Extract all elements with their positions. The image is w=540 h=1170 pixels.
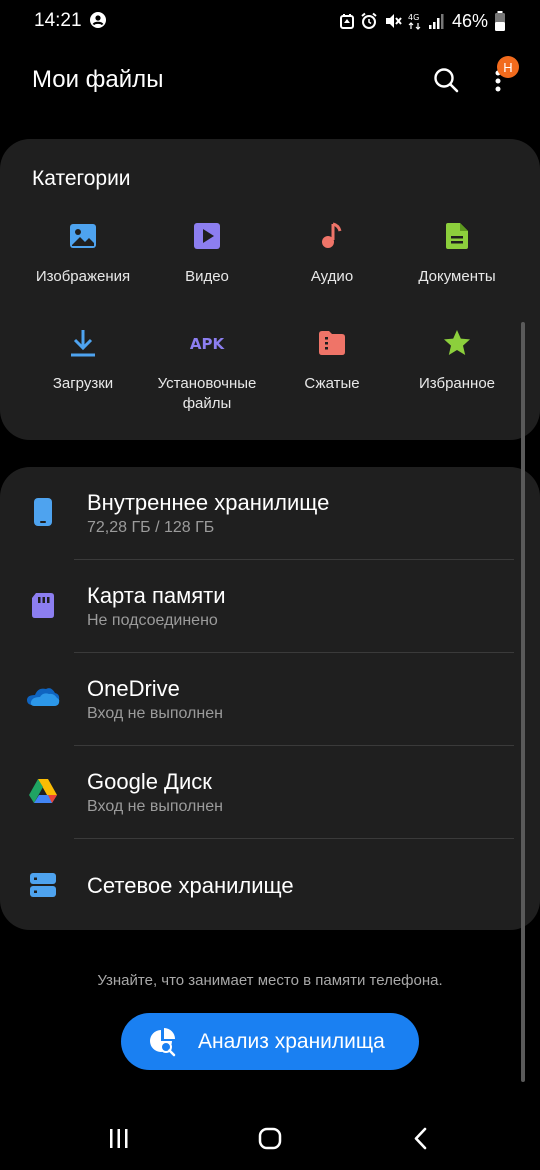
- category-documents[interactable]: Документы: [390, 221, 524, 287]
- category-label: Избранное: [418, 375, 496, 392]
- storage-name: Сетевое хранилище: [87, 873, 294, 898]
- 4g-icon: 4G: [408, 13, 421, 30]
- storage-name: Карта памяти: [87, 583, 226, 608]
- analyze-storage-button[interactable]: Анализ хранилища: [121, 1013, 419, 1070]
- storage-status: Не подсоединено: [87, 612, 218, 629]
- app-notification-icon: [339, 14, 354, 29]
- storage-name: OneDrive: [87, 676, 180, 701]
- status-time: 14:21: [34, 10, 82, 31]
- alarm-icon: [361, 12, 377, 29]
- home-icon[interactable]: [255, 1124, 285, 1154]
- app-header: Мои файлы: [0, 54, 540, 106]
- category-audio[interactable]: Аудио: [265, 221, 399, 287]
- status-bar: 14:21 4G 46%: [0, 0, 540, 44]
- download-icon: [71, 330, 95, 357]
- category-downloads[interactable]: Загрузки: [16, 328, 150, 394]
- storage-hint: Узнайте, что занимает место в памяти тел…: [97, 972, 443, 989]
- category-apk[interactable]: APK Установочные файлы: [140, 328, 274, 414]
- categories-card: Категории Изображения Видео Аудио Докуме…: [0, 139, 540, 440]
- storage-item-network[interactable]: Сетевое хранилище: [0, 839, 540, 932]
- category-label: Видео: [185, 268, 229, 285]
- storage-name: Внутреннее хранилище: [87, 490, 330, 515]
- storage-item-google-drive[interactable]: Google Диск Вход не выполнен: [0, 746, 540, 839]
- notification-badge: H: [497, 56, 519, 78]
- mute-icon: [385, 14, 402, 28]
- categories-title: Категории: [32, 167, 131, 190]
- storage-status: Вход не выполнен: [87, 705, 223, 722]
- document-icon: [446, 223, 468, 249]
- archive-icon: [319, 331, 345, 355]
- category-images[interactable]: Изображения: [16, 221, 150, 287]
- page-title: Мои файлы: [32, 66, 164, 93]
- category-label: Загрузки: [52, 375, 114, 392]
- video-icon: [194, 223, 220, 249]
- category-label: Сжатые: [304, 375, 360, 392]
- music-note-icon: [322, 222, 342, 248]
- category-label: Установочные файлы: [157, 375, 257, 412]
- recent-apps-icon[interactable]: [104, 1124, 134, 1154]
- category-label: Документы: [418, 268, 496, 285]
- storage-name: Google Диск: [87, 769, 212, 794]
- image-icon: [70, 224, 96, 248]
- battery-icon: [495, 11, 505, 31]
- google-drive-icon: [29, 779, 57, 803]
- scrollbar[interactable]: [521, 322, 525, 1082]
- navigation-bar: [0, 1110, 540, 1170]
- onedrive-icon: [27, 688, 60, 706]
- storage-usage: 72,28 ГБ / 128 ГБ: [87, 519, 215, 536]
- category-archives[interactable]: Сжатые: [265, 328, 399, 394]
- apk-icon-text: APK: [190, 335, 226, 353]
- svg-text:4G: 4G: [408, 13, 419, 22]
- category-favorites[interactable]: Избранное: [390, 328, 524, 394]
- back-icon[interactable]: [406, 1124, 436, 1154]
- storage-analysis-icon: [150, 1028, 176, 1057]
- storage-item-onedrive[interactable]: OneDrive Вход не выполнен: [0, 653, 540, 746]
- phone-icon: [34, 498, 52, 526]
- category-video[interactable]: Видео: [140, 221, 274, 287]
- star-icon: [444, 330, 470, 355]
- storage-status: Вход не выполнен: [87, 798, 223, 815]
- analyze-storage-label: Анализ хранилища: [198, 1030, 385, 1053]
- network-storage-icon: [30, 873, 56, 897]
- battery-percent: 46%: [451, 10, 488, 31]
- sd-card-icon: [32, 593, 54, 618]
- storage-item-internal[interactable]: Внутреннее хранилище 72,28 ГБ / 128 ГБ: [0, 467, 540, 560]
- category-label: Изображения: [35, 268, 131, 285]
- category-label: Аудио: [310, 268, 354, 285]
- status-icons: 4G 46%: [339, 10, 506, 32]
- signal-icon: [428, 14, 444, 29]
- storage-item-sd-card[interactable]: Карта памяти Не подсоединено: [0, 560, 540, 653]
- search-icon[interactable]: [430, 64, 462, 96]
- storage-card: Внутреннее хранилище 72,28 ГБ / 128 ГБ К…: [0, 467, 540, 930]
- account-icon: [90, 12, 106, 28]
- apk-icon: APK: [190, 335, 226, 353]
